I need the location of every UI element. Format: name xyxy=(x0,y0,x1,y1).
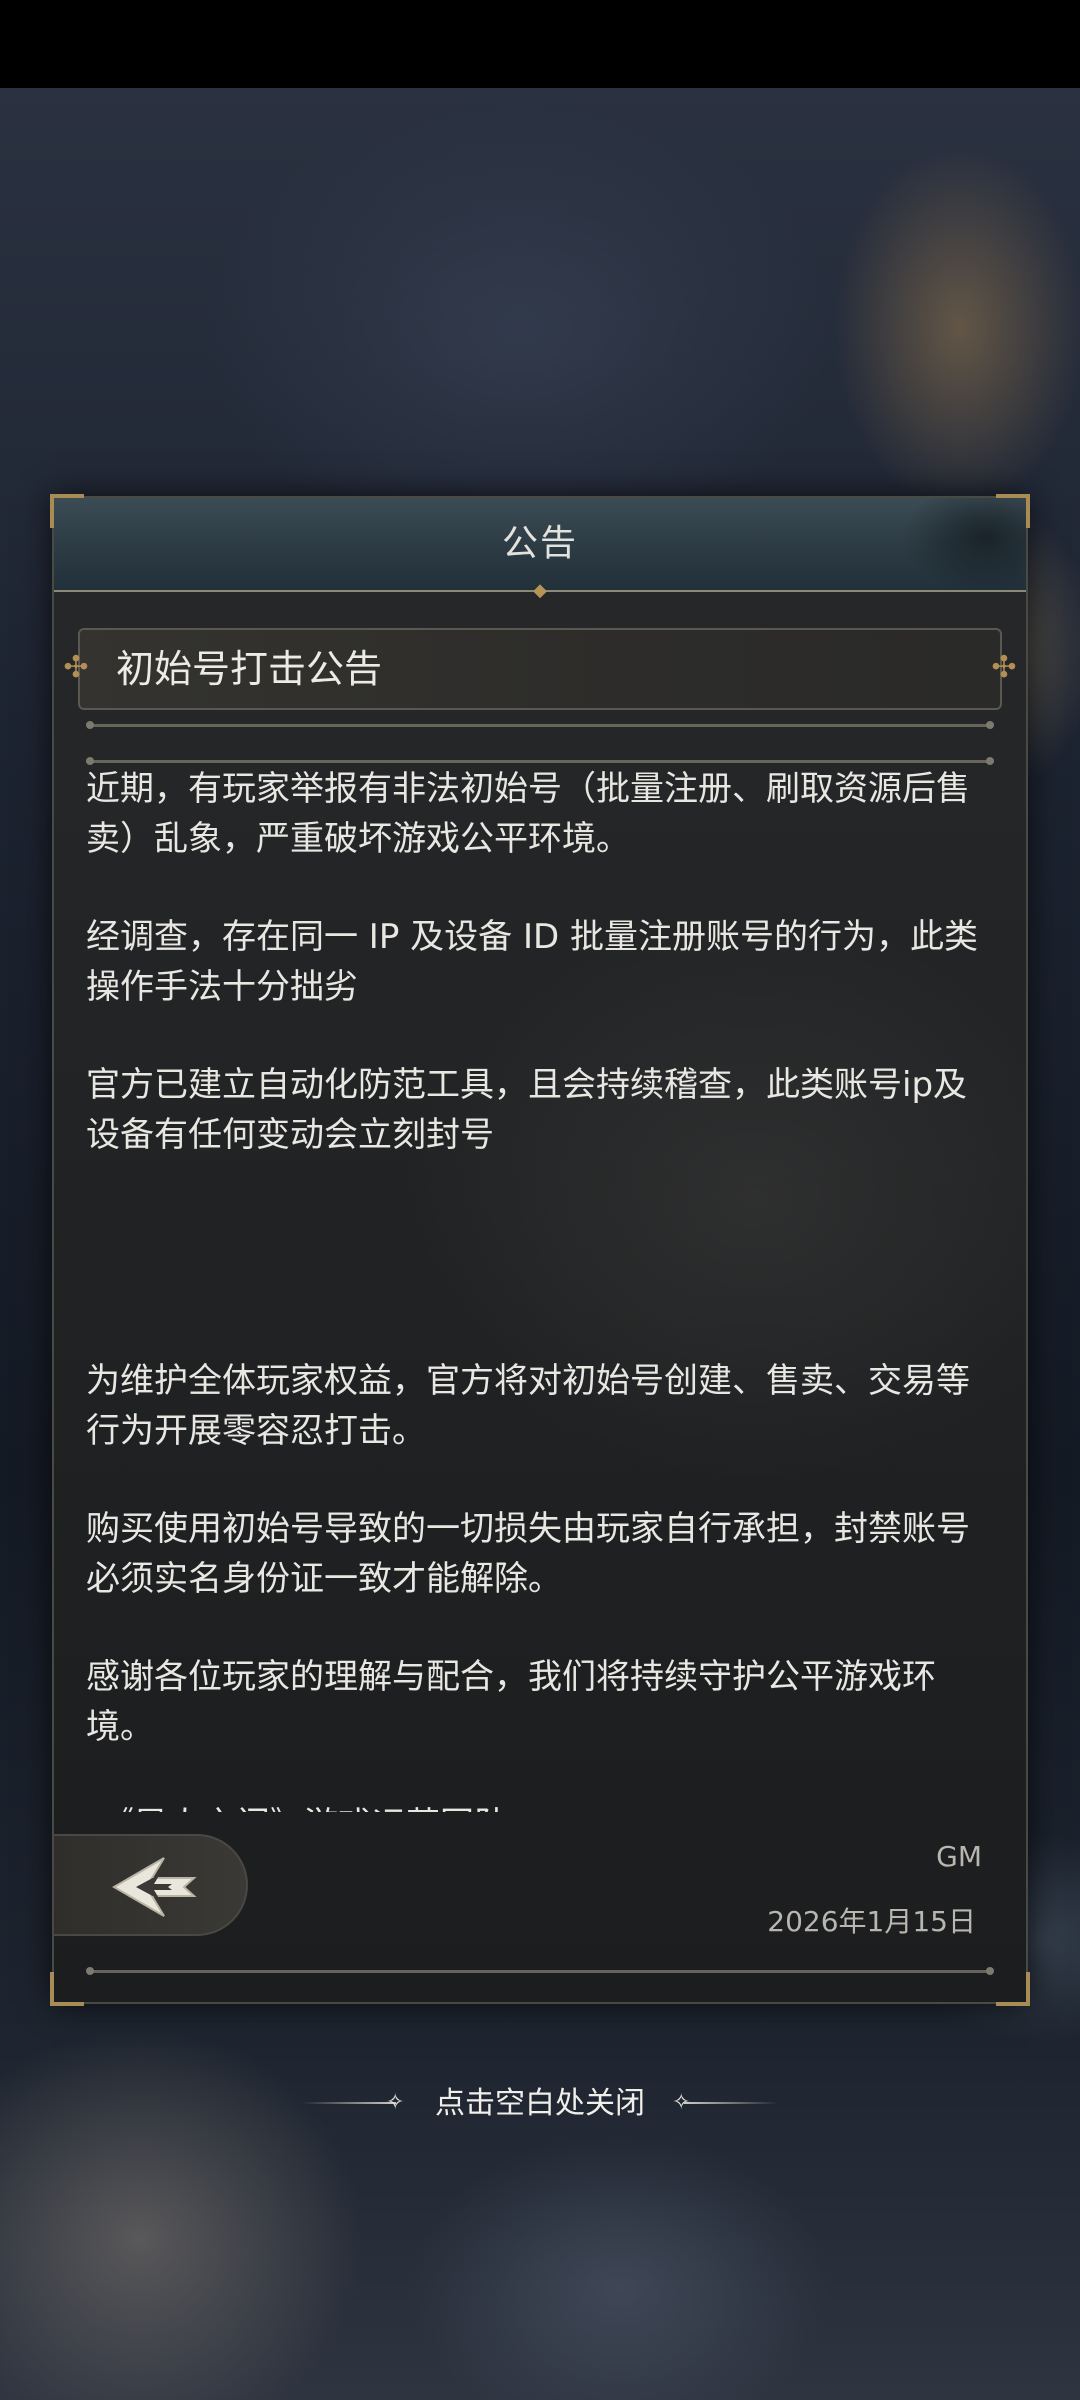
dialog-title: 公告 xyxy=(501,523,578,564)
paragraph: 经调查，存在同一 IP 及设备 ID 批量注册账号的行为，此类操作手法十分拙劣 xyxy=(86,917,978,1007)
hint-line xyxy=(684,2102,778,2104)
corner-ornament xyxy=(50,1972,84,2006)
back-button[interactable] xyxy=(52,1834,248,1936)
announcement-subtitle-box: ✣ 初始号打击公告 ✣ xyxy=(63,628,1017,710)
divider xyxy=(86,1967,994,1975)
close-hint[interactable]: ✧ 点击空白处关闭 ✧ xyxy=(0,2074,1080,2134)
divider xyxy=(86,721,994,729)
paragraph: 感谢各位玩家的理解与配合，我们将持续守护公平游戏环境。 xyxy=(86,1657,936,1747)
title-ornament-icon: ◆ xyxy=(533,580,547,601)
announcement-body[interactable]: 近期，有玩家举报有非法初始号（批量注册、刷取资源后售卖）乱象，严重破坏游戏公平环… xyxy=(86,764,986,1812)
status-bar xyxy=(0,0,1080,88)
announcement-subtitle: 初始号打击公告 xyxy=(116,647,383,691)
corner-ornament xyxy=(996,1972,1030,2006)
paragraph: 购买使用初始号导致的一切损失由玩家自行承担，封禁账号必须实名身份证一致才能解除。 xyxy=(86,1509,970,1599)
fleur-ornament-icon: ✣ xyxy=(991,650,1017,685)
blank-space xyxy=(86,1208,986,1356)
paragraph: 为维护全体玩家权益，官方将对初始号创建、售卖、交易等行为开展零容忍打击。 xyxy=(86,1361,970,1451)
paragraph: 官方已建立自动化防范工具，且会持续稽查，此类账号ip及设备有任何变动会立刻封号 xyxy=(86,1065,968,1155)
paragraph: 近期，有玩家举报有非法初始号（批量注册、刷取资源后售卖）乱象，严重破坏游戏公平环… xyxy=(86,769,970,859)
fleur-ornament-icon: ✣ xyxy=(63,650,89,685)
announcement-date: 2026年1月15日 xyxy=(767,1905,976,1938)
divider xyxy=(86,757,994,765)
dialog-title-bar: 公告 xyxy=(54,498,1026,592)
cut-off-line: 《异人之门》游戏运营团队 xyxy=(86,1800,986,1812)
signature: GM xyxy=(936,1840,982,1873)
arrow-back-icon xyxy=(112,1857,197,1917)
screen[interactable]: 公告 ◆ ✣ 初始号打击公告 ✣ 近期，有玩家举报有非法初始号（批量注册、刷取资… xyxy=(0,0,1080,2400)
close-hint-text: 点击空白处关闭 xyxy=(435,2086,645,2121)
announcement-dialog: 公告 ◆ ✣ 初始号打击公告 ✣ 近期，有玩家举报有非法初始号（批量注册、刷取资… xyxy=(50,494,1030,2006)
